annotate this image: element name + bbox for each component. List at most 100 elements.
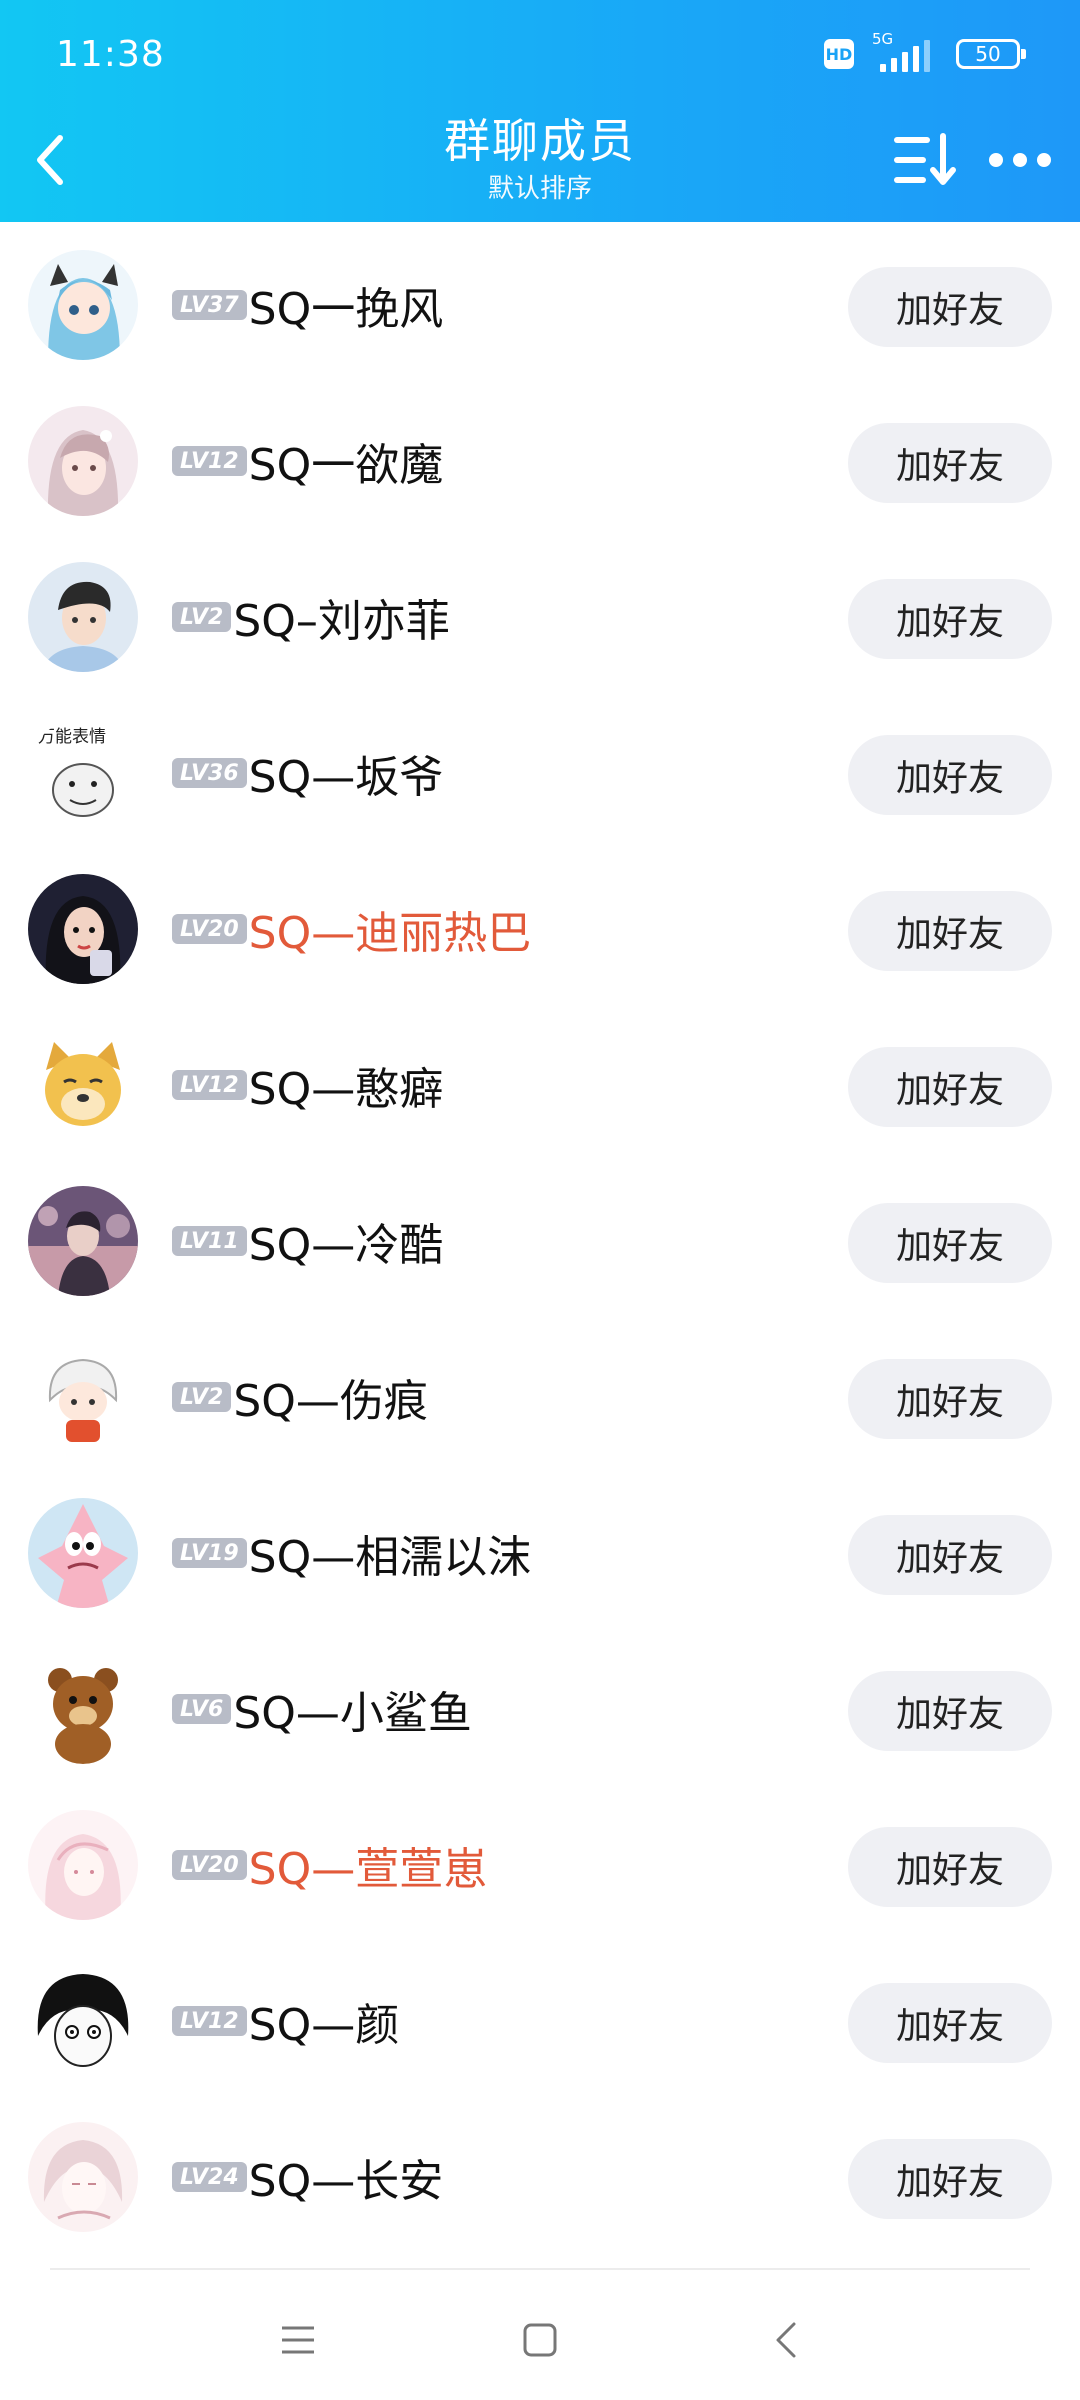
member-info: LV12 SQ—憨癖 <box>172 1007 443 1163</box>
member-info: LV20 SQ—迪丽热巴 <box>172 851 531 1007</box>
add-friend-button[interactable]: 加好友 <box>848 579 1052 659</box>
more-button[interactable] <box>980 120 1060 200</box>
member-info: LV2 SQ–刘亦菲 <box>172 539 450 695</box>
add-friend-button[interactable]: 加好友 <box>848 1047 1052 1127</box>
status-time: 11:38 <box>56 34 165 75</box>
add-friend-button[interactable]: 加好友 <box>848 1671 1052 1751</box>
member-info: LV19 SQ—相濡以沫 <box>172 1475 531 1631</box>
status-icons: HD 5G 50 <box>824 30 1026 74</box>
member-info: LV24 SQ—长安 <box>172 2099 443 2255</box>
avatar[interactable] <box>28 1186 138 1296</box>
sort-list-icon <box>894 133 956 185</box>
avatar[interactable] <box>28 406 138 516</box>
member-row[interactable]: 万能表情 LV36 SQ—坂爷 加好友 <box>0 695 1080 851</box>
signal-icon: 5G <box>870 30 940 74</box>
nav-back-button[interactable] <box>746 2310 826 2370</box>
member-name: SQ–刘亦菲 <box>233 596 450 647</box>
add-friend-button[interactable]: 加好友 <box>848 1359 1052 1439</box>
member-info: LV12 SQ一欲魔 <box>172 383 443 539</box>
member-name: SQ—相濡以沫 <box>248 1532 532 1583</box>
add-friend-button[interactable]: 加好友 <box>848 735 1052 815</box>
menu-icon <box>282 2326 314 2354</box>
member-list: LV37 SQ一挽风 加好友 LV12 SQ一欲魔 加好友 LV2 SQ–刘亦菲 加好友 万能表情… <box>0 222 1080 2255</box>
level-badge: LV6 <box>172 1694 232 1724</box>
avatar[interactable] <box>28 874 138 984</box>
title-bar: 群聊成员 默认排序 <box>0 110 1080 222</box>
member-name: SQ—憨癖 <box>248 1064 444 1115</box>
back-triangle-icon <box>776 2322 796 2358</box>
avatar[interactable]: 万能表情 <box>28 718 138 828</box>
avatar[interactable] <box>28 562 138 672</box>
level-badge: LV2 <box>172 1382 232 1412</box>
member-name: SQ—颜 <box>248 2000 400 2051</box>
svg-text:万能表情: 万能表情 <box>38 727 106 747</box>
member-row[interactable]: LV2 SQ—伤痕 加好友 <box>0 1319 1080 1475</box>
member-row[interactable]: LV37 SQ一挽风 加好友 <box>0 227 1080 383</box>
level-badge: LV12 <box>172 446 247 476</box>
member-row[interactable]: LV12 SQ—憨癖 加好友 <box>0 1007 1080 1163</box>
add-friend-button[interactable]: 加好友 <box>848 891 1052 971</box>
nav-menu-button[interactable] <box>258 2310 338 2370</box>
level-badge: LV12 <box>172 1070 247 1100</box>
home-square-icon <box>523 2323 557 2357</box>
add-friend-button[interactable]: 加好友 <box>848 423 1052 503</box>
battery-level: 50 <box>975 42 1001 66</box>
battery-icon: 50 <box>956 39 1026 69</box>
avatar[interactable] <box>28 1654 138 1764</box>
member-row[interactable]: LV6 SQ—小鲨鱼 加好友 <box>0 1631 1080 1787</box>
level-badge: LV37 <box>172 290 247 320</box>
member-name: SQ—冷酷 <box>248 1220 444 1271</box>
member-row[interactable]: LV20 SQ—迪丽热巴 加好友 <box>0 851 1080 1007</box>
more-dots-icon <box>989 153 1051 167</box>
avatar[interactable] <box>28 1498 138 1608</box>
sort-button[interactable] <box>888 120 962 200</box>
member-name: SQ一欲魔 <box>248 440 444 491</box>
add-friend-button[interactable]: 加好友 <box>848 1203 1052 1283</box>
member-name: SQ—伤痕 <box>233 1376 428 1427</box>
level-badge: LV24 <box>172 2162 247 2192</box>
avatar[interactable] <box>28 1342 138 1452</box>
member-name: SQ—小鲨鱼 <box>233 1688 472 1739</box>
add-friend-button[interactable]: 加好友 <box>848 1827 1052 1907</box>
member-row[interactable]: LV12 SQ一欲魔 加好友 <box>0 383 1080 539</box>
avatar[interactable] <box>28 1030 138 1140</box>
member-name: SQ—迪丽热巴 <box>248 908 532 959</box>
member-info: LV12 SQ—颜 <box>172 1943 399 2099</box>
member-row[interactable]: LV19 SQ—相濡以沫 加好友 <box>0 1475 1080 1631</box>
member-row[interactable]: LV24 SQ—长安 加好友 <box>0 2099 1080 2255</box>
navigation-bar <box>0 2270 1080 2400</box>
level-badge: LV2 <box>172 602 232 632</box>
member-name: SQ一挽风 <box>248 284 444 335</box>
member-row[interactable]: LV2 SQ–刘亦菲 加好友 <box>0 539 1080 695</box>
level-badge: LV20 <box>172 914 247 944</box>
member-row[interactable]: LV20 SQ—萱萱崽 加好友 <box>0 1787 1080 1943</box>
avatar[interactable] <box>28 2122 138 2232</box>
add-friend-button[interactable]: 加好友 <box>848 1983 1052 2063</box>
member-info: LV2 SQ—伤痕 <box>172 1319 428 1475</box>
avatar[interactable] <box>28 1966 138 2076</box>
avatar[interactable] <box>28 1810 138 1920</box>
level-badge: LV12 <box>172 2006 247 2036</box>
level-badge: LV36 <box>172 758 247 788</box>
member-info: LV37 SQ一挽风 <box>172 227 443 383</box>
member-name: SQ—长安 <box>248 2156 444 2207</box>
add-friend-button[interactable]: 加好友 <box>848 2139 1052 2219</box>
member-row[interactable]: LV12 SQ—颜 加好友 <box>0 1943 1080 2099</box>
member-info: LV6 SQ—小鲨鱼 <box>172 1631 472 1787</box>
level-badge: LV11 <box>172 1226 247 1256</box>
header-bar: 11:38 HD 5G 50 群聊成员 默认排序 <box>0 0 1080 222</box>
level-badge: LV20 <box>172 1850 247 1880</box>
avatar[interactable] <box>28 250 138 360</box>
member-info: LV11 SQ—冷酷 <box>172 1163 443 1319</box>
level-badge: LV19 <box>172 1538 247 1568</box>
add-friend-button[interactable]: 加好友 <box>848 267 1052 347</box>
member-info: LV36 SQ—坂爷 <box>172 695 443 851</box>
nav-home-button[interactable] <box>500 2310 580 2370</box>
hd-icon: HD <box>824 39 854 69</box>
member-name: SQ—萱萱崽 <box>248 1844 488 1895</box>
member-row[interactable]: LV11 SQ—冷酷 加好友 <box>0 1163 1080 1319</box>
member-info: LV20 SQ—萱萱崽 <box>172 1787 487 1943</box>
status-bar: 11:38 HD 5G 50 <box>0 0 1080 110</box>
add-friend-button[interactable]: 加好友 <box>848 1515 1052 1595</box>
member-name: SQ—坂爷 <box>248 752 444 803</box>
